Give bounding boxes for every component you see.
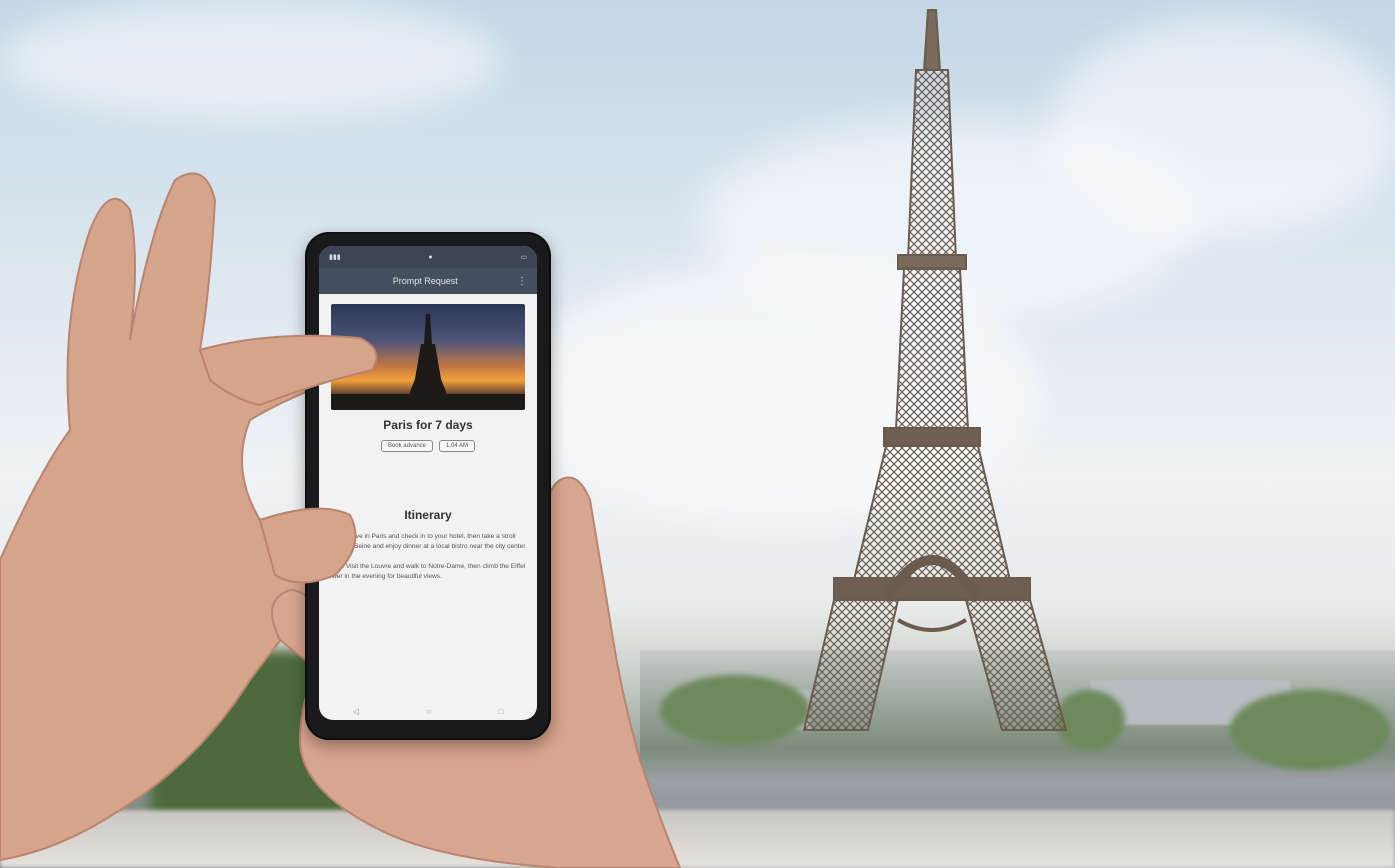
index-finger-overlay (198, 334, 378, 584)
photo-scene: ▮▮▮ ● ▭ Prompt Request ⋮ Paris for 7 day… (0, 0, 1395, 868)
